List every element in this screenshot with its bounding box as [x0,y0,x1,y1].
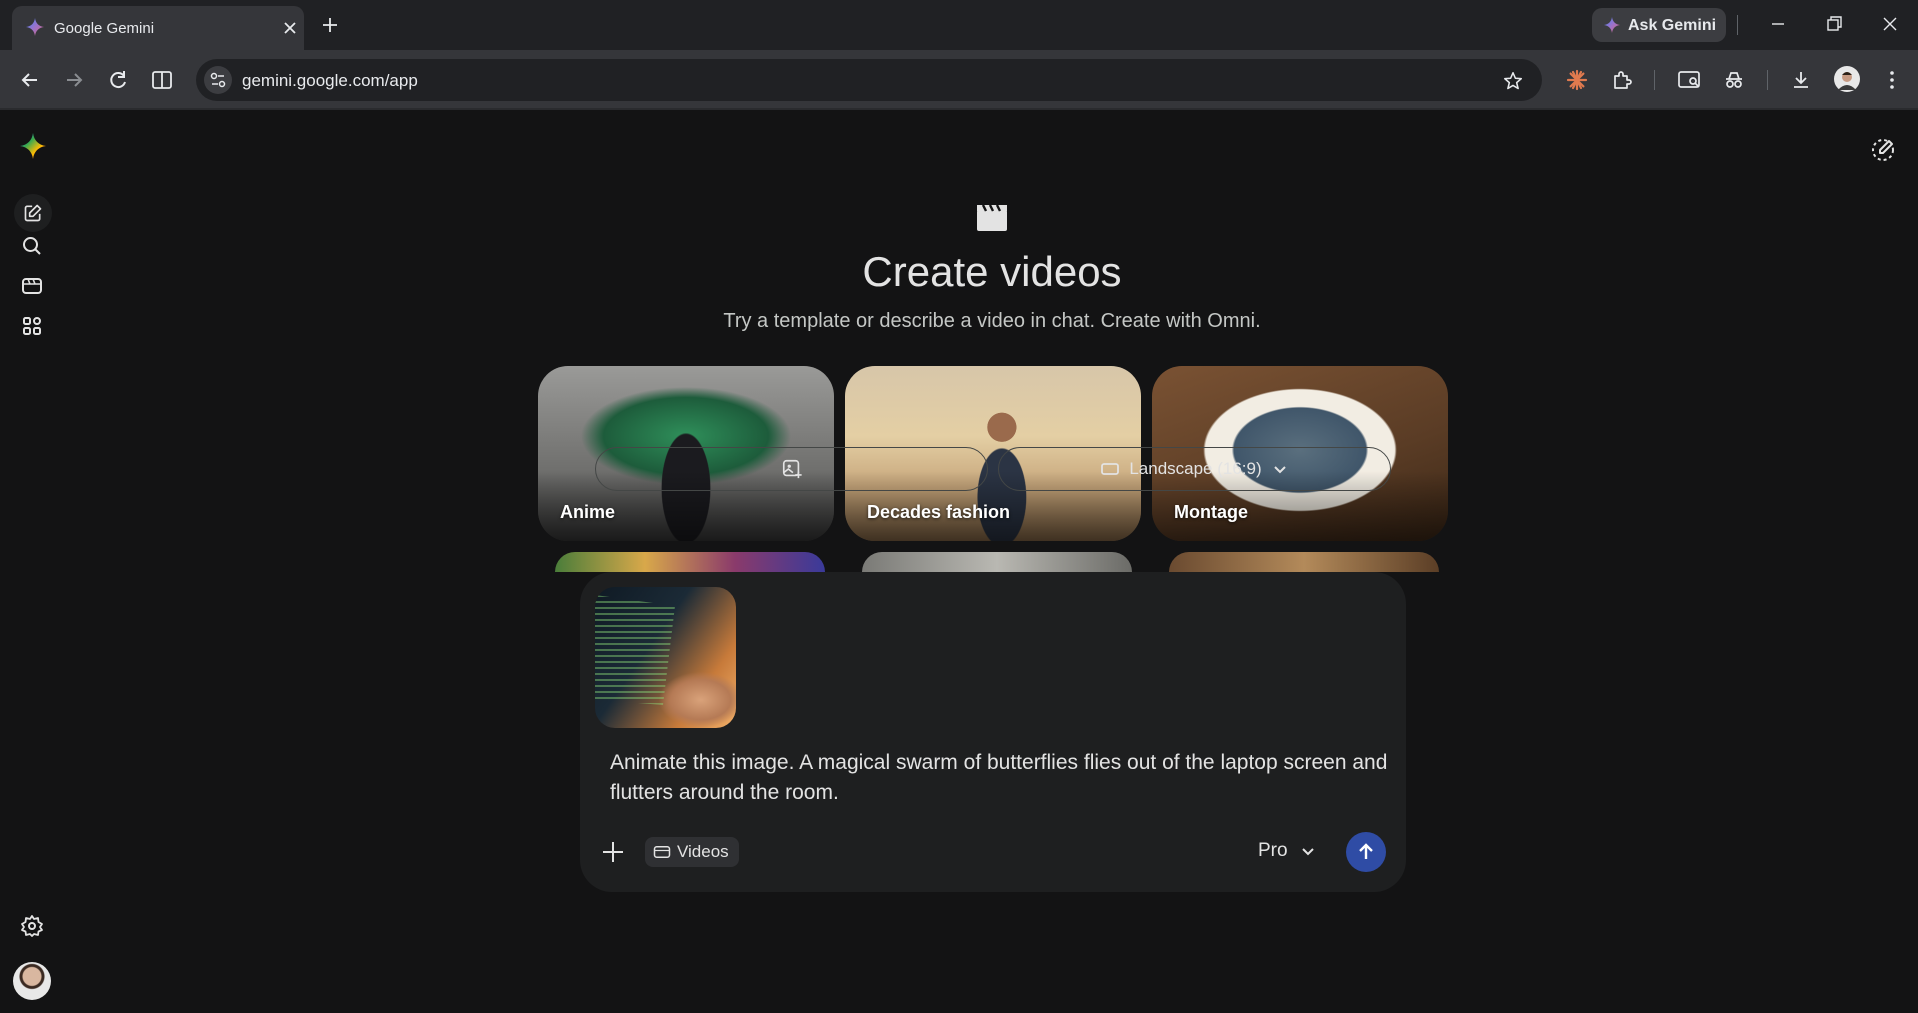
gemini-sparkle-icon [26,18,44,36]
chevron-down-icon [1273,466,1286,474]
forward-icon[interactable] [62,68,86,92]
prompt-composer: Animate this image. A magical swarm of b… [580,572,1406,892]
divider [1767,70,1768,90]
minimize-icon[interactable] [1768,14,1788,34]
chevron-down-icon [1301,848,1314,856]
thumbnail-code-lines [595,595,675,705]
close-tab-icon[interactable] [280,18,300,38]
template-card-partial[interactable] [862,552,1132,572]
attached-image-thumbnail[interactable] [595,587,736,728]
browser-tab[interactable]: Google Gemini [12,6,304,50]
ask-gemini-label: Ask Gemini [1628,17,1717,34]
reload-icon[interactable] [106,68,130,92]
tab-title: Google Gemini [54,20,155,37]
gemini-app: Create videos Try a template or describe… [0,110,1918,1013]
template-label: Decades fashion [867,502,1011,522]
arrow-up-icon [1359,843,1373,859]
model-label: Pro [1258,840,1288,861]
aspect-ratio-label: Landscape (16:9) [1129,459,1262,478]
divider [1654,70,1655,90]
bookmark-star-icon[interactable] [1502,70,1524,92]
videos-tool-chip[interactable]: Videos [645,837,739,867]
template-label: Montage [1174,502,1248,522]
claude-extension-icon[interactable] [1565,68,1589,92]
aspect-ratio-selector[interactable]: Landscape (16:9) [998,447,1391,491]
template-label: Anime [560,502,616,522]
add-attachment-icon[interactable] [600,839,626,865]
browser-toolbar: gemini.google.com/app [0,50,1918,110]
image-add-icon [782,459,802,479]
clapperboard-icon [976,204,1008,232]
videos-chip-label: Videos [677,842,729,861]
videos-icon [653,846,671,858]
incognito-icon[interactable] [1722,68,1746,92]
page-title: Create videos [862,248,1122,295]
address-bar[interactable]: gemini.google.com/app [196,59,1542,101]
profile-avatar-icon[interactable] [1834,66,1860,92]
gemini-logo-icon[interactable] [20,133,46,159]
site-info-icon[interactable] [204,66,232,94]
landscape-icon [1101,463,1120,475]
new-tab-icon[interactable] [318,13,342,37]
temporary-chat-icon[interactable] [1870,137,1896,163]
send-button[interactable] [1346,832,1386,872]
tab-strip: Google Gemini Ask Gemini [0,0,1918,50]
prompt-input[interactable]: Animate this image. A magical swarm of b… [610,748,1390,808]
restore-icon[interactable] [1824,14,1844,34]
gemini-sparkle-icon [1604,17,1620,33]
template-card-partial[interactable] [1169,552,1439,572]
edit-pencil-icon [24,204,42,222]
page-subtitle: Try a template or describe a video in ch… [723,310,1261,332]
cast-search-icon[interactable] [1677,68,1703,92]
back-icon[interactable] [18,68,42,92]
settings-gear-icon[interactable] [20,914,44,938]
download-icon[interactable] [1789,68,1813,92]
divider [1737,15,1738,35]
close-window-icon[interactable] [1880,14,1900,34]
account-avatar[interactable] [13,962,51,1000]
ask-gemini-button[interactable]: Ask Gemini [1592,8,1726,42]
extensions-puzzle-icon[interactable] [1610,68,1634,92]
template-card-partial[interactable] [555,552,825,572]
add-reference-image-button[interactable] [595,447,988,491]
split-view-icon[interactable] [150,68,174,92]
new-chat-button[interactable] [14,194,52,232]
browser-menu-icon[interactable] [1880,68,1904,92]
url-text: gemini.google.com/app [242,71,418,90]
model-selector[interactable]: Pro [1258,840,1316,862]
